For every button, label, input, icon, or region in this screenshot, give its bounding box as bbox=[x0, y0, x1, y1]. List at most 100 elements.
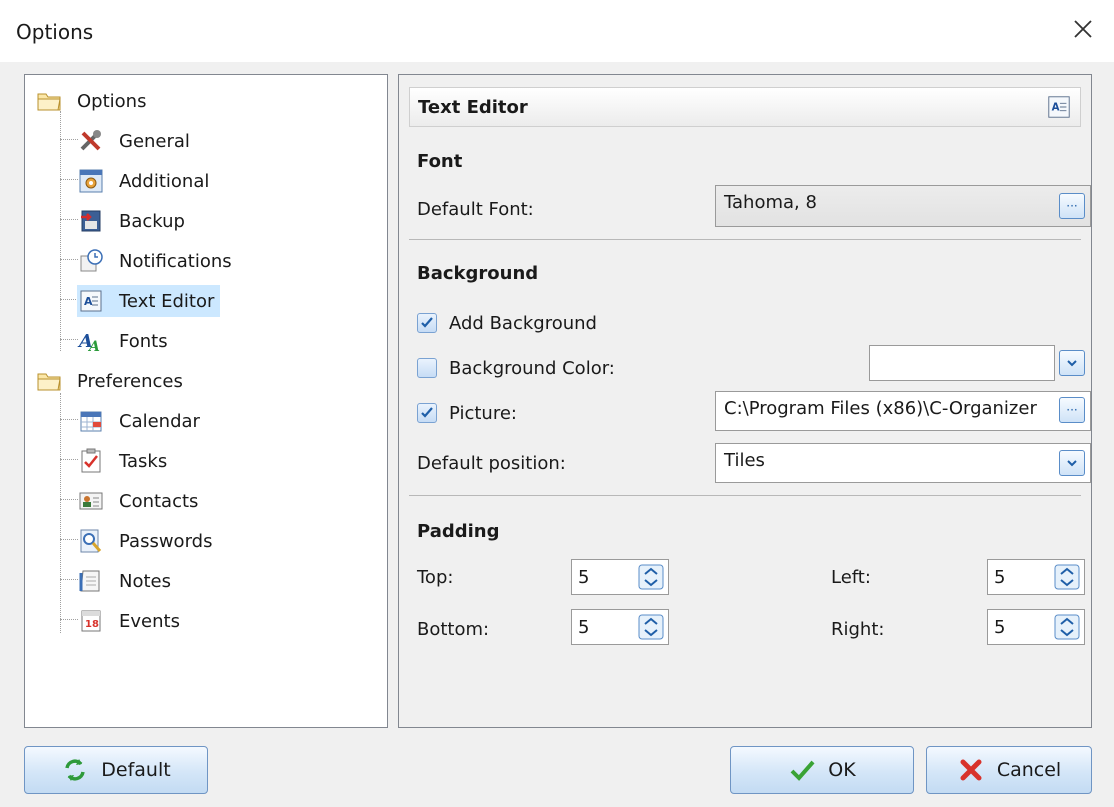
right-label: Right: bbox=[831, 619, 885, 640]
tree-item-fonts[interactable]: A A Fonts bbox=[77, 325, 174, 357]
font-section-title: Font bbox=[417, 151, 463, 172]
tree-root-options[interactable]: Options bbox=[35, 85, 152, 117]
top-label: Top: bbox=[417, 567, 454, 588]
spin-icon[interactable] bbox=[1054, 614, 1080, 640]
events-icon: 18 bbox=[81, 610, 101, 632]
ok-button-label: OK bbox=[828, 759, 856, 781]
default-position-label: Default position: bbox=[417, 453, 566, 474]
top-value: 5 bbox=[578, 567, 590, 588]
text-editor-icon: A bbox=[1048, 96, 1070, 118]
tree-item-label: Notifications bbox=[119, 250, 232, 272]
fonts-icon: A A bbox=[77, 331, 100, 355]
left-spinner[interactable]: 5 bbox=[987, 559, 1085, 595]
background-color-field[interactable] bbox=[869, 345, 1055, 381]
passwords-icon bbox=[80, 529, 102, 553]
chevron-down-icon bbox=[1067, 360, 1077, 367]
backup-disk-icon bbox=[81, 210, 101, 232]
refresh-icon bbox=[65, 759, 86, 781]
calendar-icon bbox=[80, 411, 102, 432]
check-icon bbox=[421, 407, 433, 418]
tree-item-label: Contacts bbox=[119, 490, 199, 512]
window-gear-icon bbox=[79, 169, 103, 193]
tree-item-general[interactable]: General bbox=[77, 125, 196, 157]
cancel-button[interactable]: Cancel bbox=[926, 746, 1092, 794]
right-value: 5 bbox=[994, 617, 1006, 638]
spin-icon[interactable] bbox=[1054, 564, 1080, 590]
tree-root-label: Preferences bbox=[77, 370, 183, 392]
left-label: Left: bbox=[831, 567, 871, 588]
picture-path-value: C:\Program Files (x86)\C-Organizer bbox=[724, 398, 1037, 419]
right-spinner[interactable]: 5 bbox=[987, 609, 1085, 645]
left-value: 5 bbox=[994, 567, 1006, 588]
tree-item-label: Notes bbox=[119, 570, 171, 592]
padding-section-title: Padding bbox=[417, 521, 500, 542]
picture-label: Picture: bbox=[449, 403, 517, 424]
add-background-label: Add Background bbox=[449, 313, 597, 334]
tree-root-preferences[interactable]: Preferences bbox=[35, 365, 189, 397]
color-dropdown-button[interactable] bbox=[1059, 350, 1085, 376]
notes-icon bbox=[79, 570, 100, 592]
tree-item-notifications[interactable]: Notifications bbox=[77, 245, 238, 277]
tree-item-passwords[interactable]: Passwords bbox=[77, 525, 218, 557]
tree-item-calendar[interactable]: Calendar bbox=[77, 405, 206, 437]
svg-text:A: A bbox=[84, 295, 93, 308]
check-icon bbox=[421, 317, 433, 328]
top-spinner[interactable]: 5 bbox=[571, 559, 669, 595]
spin-icon[interactable] bbox=[638, 614, 664, 640]
default-position-value: Tiles bbox=[724, 450, 765, 471]
window-title: Options bbox=[16, 20, 94, 44]
tree-item-label: Backup bbox=[119, 210, 185, 232]
title-bar: Options bbox=[0, 0, 1114, 62]
tree-item-label: Fonts bbox=[119, 330, 168, 352]
browse-picture-button[interactable]: ··· bbox=[1059, 397, 1085, 423]
tree-item-additional[interactable]: Additional bbox=[77, 165, 215, 197]
svg-text:18: 18 bbox=[85, 619, 99, 630]
bottom-spinner[interactable]: 5 bbox=[571, 609, 669, 645]
settings-panel: Text Editor A Font Default Font: Tahoma,… bbox=[398, 74, 1092, 728]
close-icon[interactable] bbox=[1068, 14, 1098, 44]
default-button-label: Default bbox=[101, 759, 171, 781]
default-font-label: Default Font: bbox=[417, 199, 534, 220]
ok-button[interactable]: OK bbox=[730, 746, 914, 794]
tree-item-backup[interactable]: Backup bbox=[77, 205, 191, 237]
tree-item-notes[interactable]: Notes bbox=[77, 565, 177, 597]
tree-item-label: General bbox=[119, 130, 190, 152]
tree-item-tasks[interactable]: Tasks bbox=[77, 445, 173, 477]
spin-icon[interactable] bbox=[638, 564, 664, 590]
tree-item-label: Calendar bbox=[119, 410, 200, 432]
folder-icon bbox=[37, 93, 61, 111]
svg-text:A: A bbox=[87, 339, 100, 355]
tree-item-label: Text Editor bbox=[113, 288, 221, 314]
cross-icon bbox=[960, 759, 982, 781]
picture-path-field[interactable]: C:\Program Files (x86)\C-Organizer bbox=[715, 391, 1091, 431]
background-section-title: Background bbox=[417, 263, 539, 284]
tree-item-text-editor[interactable]: A Text Editor bbox=[77, 285, 221, 317]
default-font-value: Tahoma, 8 bbox=[724, 192, 817, 213]
text-editor-icon: A bbox=[80, 290, 102, 312]
tools-icon bbox=[80, 130, 101, 151]
add-background-checkbox[interactable] bbox=[417, 313, 437, 333]
options-tree[interactable]: Options General Additional Backup Notifi… bbox=[24, 74, 388, 728]
browse-font-button[interactable]: ··· bbox=[1059, 193, 1085, 219]
bottom-value: 5 bbox=[578, 617, 590, 638]
panel-header: Text Editor A bbox=[409, 87, 1081, 127]
cancel-button-label: Cancel bbox=[996, 759, 1062, 781]
picture-checkbox[interactable] bbox=[417, 403, 437, 423]
tree-item-events[interactable]: 18 Events bbox=[77, 605, 186, 637]
background-color-label: Background Color: bbox=[449, 358, 615, 379]
tasks-icon bbox=[81, 448, 101, 473]
default-button[interactable]: Default bbox=[24, 746, 208, 794]
checkmark-icon bbox=[790, 760, 815, 781]
folder-icon bbox=[37, 373, 61, 391]
background-color-checkbox[interactable] bbox=[417, 358, 437, 378]
chevron-down-icon bbox=[1067, 460, 1077, 467]
tree-item-contacts[interactable]: Contacts bbox=[77, 485, 204, 517]
default-position-select[interactable]: Tiles bbox=[715, 443, 1091, 483]
position-dropdown-button[interactable] bbox=[1059, 450, 1085, 476]
tree-item-label: Tasks bbox=[119, 450, 168, 472]
tree-root-label: Options bbox=[77, 90, 147, 112]
panel-title: Text Editor bbox=[418, 97, 528, 118]
bottom-label: Bottom: bbox=[417, 619, 490, 640]
contacts-icon bbox=[79, 492, 103, 510]
tree-item-label: Passwords bbox=[119, 530, 213, 552]
